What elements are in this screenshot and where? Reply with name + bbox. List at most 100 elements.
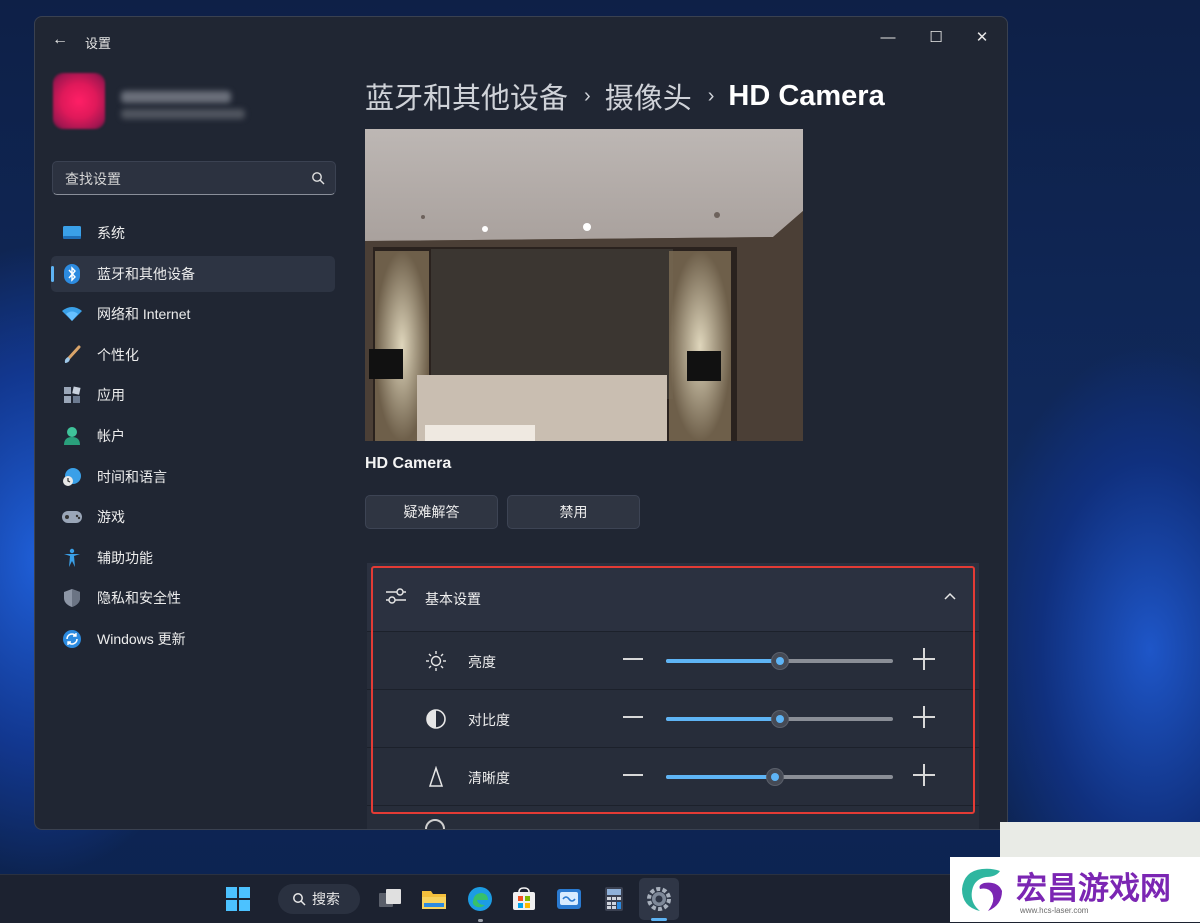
user-email-redacted [121,109,245,119]
shield-icon [61,587,83,609]
sidebar-item-apps[interactable]: 应用 [51,377,335,413]
brightness-row: 亮度 [367,632,979,690]
store-icon[interactable] [510,885,538,913]
brightness-slider-fill [666,659,780,663]
sidebar-item-label: 系统 [97,225,125,241]
watermark-title: 宏昌游戏网 [1016,871,1171,906]
search-input[interactable] [63,162,297,196]
basic-settings-header[interactable]: 基本设置 [367,563,979,632]
close-button[interactable]: ✕ [959,23,1005,53]
sidebar-item-accounts[interactable]: 帐户 [51,418,335,454]
sidebar-item-privacy[interactable]: 隐私和安全性 [51,580,335,616]
contrast-increase-button[interactable] [913,706,935,728]
disable-button[interactable]: 禁用 [507,495,640,529]
sun-icon [426,651,446,671]
clipped-row-icon [425,819,445,829]
task-view-icon[interactable] [376,885,404,913]
system-icon [61,222,83,244]
sidebar-item-label: 蓝牙和其他设备 [97,265,195,282]
maximize-button[interactable]: ☐ [913,23,959,53]
start-icon[interactable] [224,885,252,913]
back-button[interactable]: ← [49,29,71,51]
sidebar-item-network[interactable]: 网络和 Internet [51,296,335,332]
avatar [53,73,105,129]
user-profile[interactable] [53,73,273,133]
watermark: 宏昌游戏网 www.hcs-laser.com [950,857,1200,922]
breadcrumb-item-camera[interactable]: 摄像头 [605,75,692,117]
sidebar-nav: 系统 蓝牙和其他设备 网络和 Internet 个性化 应用 帐户 时间和语言 … [51,215,335,662]
calculator-icon[interactable] [600,885,628,913]
sharpness-slider[interactable] [666,768,893,786]
basic-settings-title: 基本设置 [425,591,481,607]
minimize-button[interactable]: — [865,23,911,53]
brush-icon [61,344,83,366]
contrast-label: 对比度 [468,712,510,728]
globe-clock-icon [61,466,83,488]
chevron-up-icon[interactable] [943,589,957,603]
user-name-redacted [121,91,231,103]
file-explorer-icon[interactable] [420,885,448,913]
sidebar-item-system[interactable]: 系统 [51,215,335,251]
sidebar-item-label: 个性化 [97,346,139,363]
sidebar-item-label: 应用 [97,387,125,404]
sidebar-item-label: 辅助功能 [97,549,153,566]
taskbar-search[interactable]: 搜索 [278,884,360,914]
update-icon [61,628,83,650]
sidebar-item-time-language[interactable]: 时间和语言 [51,459,335,495]
brightness-slider[interactable] [666,652,893,670]
sidebar-item-windows-update[interactable]: Windows 更新 [51,621,335,657]
watermark-logo [962,868,1002,911]
sharpness-slider-thumb[interactable] [765,768,784,786]
contrast-decrease-button[interactable] [623,716,643,718]
gamepad-icon [61,506,83,528]
contrast-row: 对比度 [367,690,979,748]
breadcrumb-separator: › [584,84,591,107]
sidebar-item-label: 隐私和安全性 [97,590,181,607]
sidebar-item-label: 网络和 Internet [97,306,191,323]
sidebar-item-label: 游戏 [97,509,125,526]
sharpness-decrease-button[interactable] [623,774,643,776]
device-name: HD Camera [365,455,452,472]
basic-settings-card: 基本设置 亮度 对比度 清晰度 [367,563,979,829]
camera-preview [365,129,803,441]
brightness-slider-thumb[interactable] [770,652,789,670]
search-icon[interactable] [311,171,325,185]
brightness-decrease-button[interactable] [623,658,643,660]
contrast-slider[interactable] [666,710,893,728]
brightness-increase-button[interactable] [913,648,935,670]
settings-search[interactable] [52,161,336,196]
sidebar-item-bluetooth[interactable]: 蓝牙和其他设备 [51,255,335,292]
wifi-icon [61,303,83,325]
contrast-icon [426,709,446,729]
troubleshoot-button[interactable]: 疑难解答 [365,495,498,529]
app-title: 设置 [85,36,112,51]
sidebar-item-label: 时间和语言 [97,468,167,485]
accessibility-icon [61,547,83,569]
taskbar-search-label: 搜索 [312,891,340,907]
sidebar-item-label: Windows 更新 [97,630,186,647]
sharpness-increase-button[interactable] [913,764,935,786]
title-bar: ← 设置 — ☐ ✕ [35,17,1007,65]
sidebar-item-personalization[interactable]: 个性化 [51,337,335,373]
sidebar-item-label: 帐户 [97,427,125,444]
remote-desktop-icon[interactable] [555,885,583,913]
edge-icon[interactable] [466,885,494,913]
settings-window: ← 设置 — ☐ ✕ 系统 蓝牙和其他设备 [34,16,1008,830]
account-icon [61,425,83,447]
settings-icon[interactable] [645,885,673,913]
watermark-url: www.hcs-laser.com [1020,906,1089,915]
search-icon [293,893,306,906]
breadcrumb: 蓝牙和其他设备 › 摄像头 › HD Camera [365,75,885,117]
breadcrumb-item-bluetooth[interactable]: 蓝牙和其他设备 [365,75,568,117]
contrast-slider-fill [666,717,780,721]
apps-icon [61,384,83,406]
sidebar-item-accessibility[interactable]: 辅助功能 [51,540,335,576]
sharpness-slider-fill [666,775,775,779]
bluetooth-icon [61,263,83,285]
contrast-slider-thumb[interactable] [770,710,789,728]
breadcrumb-current: HD Camera [728,79,885,112]
sliders-icon [386,588,406,604]
sharpness-icon [428,766,444,787]
sharpness-label: 清晰度 [468,770,510,786]
sidebar-item-gaming[interactable]: 游戏 [51,499,335,535]
